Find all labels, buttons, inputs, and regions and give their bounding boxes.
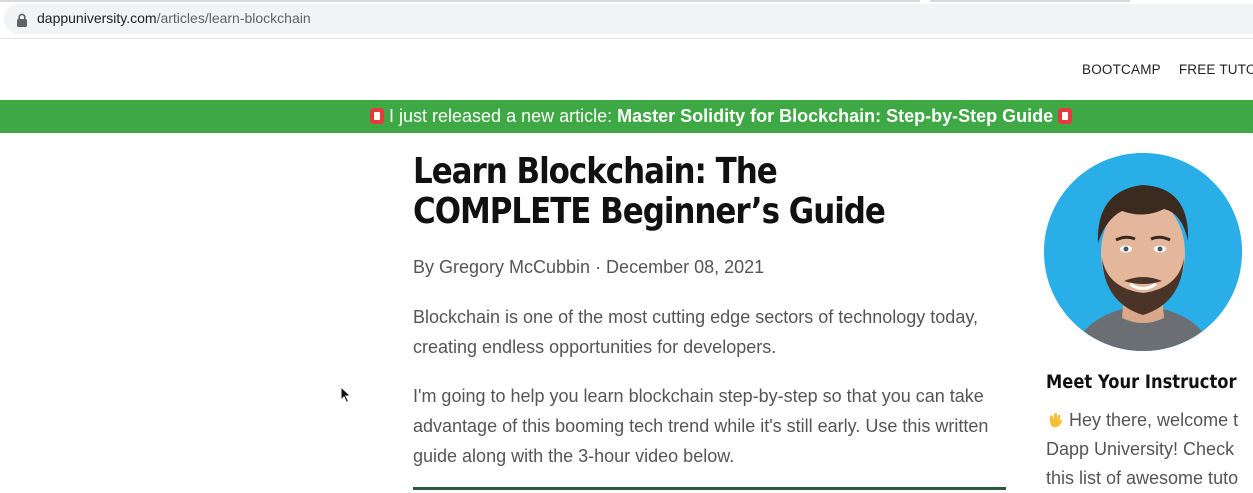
gift-icon — [1058, 108, 1073, 124]
sidebar-intro-text: Hey there, welcome t Dapp University! Ch… — [1046, 406, 1253, 493]
nav-link-free-tutorials[interactable]: FREE TUTORI — [1179, 62, 1253, 77]
gift-icon — [370, 108, 384, 124]
browser-address-bar: dappuniversity.com/articles/learn-blockc… — [0, 0, 1253, 39]
top-navigation: BOOTCAMP FREE TUTORI — [1082, 62, 1253, 77]
sidebar-line: Dapp University! Check — [1046, 439, 1235, 459]
article-byline: By Gregory McCubbin · December 08, 2021 — [413, 257, 765, 277]
sidebar-line: this list of awesome tuto — [1046, 468, 1239, 488]
mouse-cursor-icon — [340, 386, 352, 404]
tab-strip-edge — [930, 0, 1130, 2]
nav-link-bootcamp[interactable]: BOOTCAMP — [1082, 62, 1161, 77]
announcement-banner: I just released a new article: Master So… — [0, 100, 1253, 133]
banner-content: I just released a new article: Master So… — [370, 100, 1073, 133]
sidebar-heading: Meet Your Instructor — [1046, 371, 1237, 393]
article-title: Learn Blockchain: The COMPLETE Beginner’… — [413, 151, 886, 232]
article-paragraph: Blockchain is one of the most cutting ed… — [413, 307, 978, 357]
waving-hand-icon — [1049, 413, 1062, 428]
banner-article-link[interactable]: Master Solidity for Blockchain: Step-by-… — [617, 106, 1053, 126]
url-host: dappuniversity.com — [37, 10, 157, 26]
tab-strip-edge — [0, 0, 920, 2]
url-text[interactable]: dappuniversity.com/articles/learn-blockc… — [37, 10, 311, 26]
lock-icon[interactable] — [16, 13, 28, 27]
article-paragraph: I'm going to help you learn blockchain s… — [413, 386, 989, 466]
banner-prefix: I just released a new article: — [384, 106, 618, 126]
sidebar-line: Hey there, welcome t — [1046, 406, 1253, 435]
url-path: /articles/learn-blockchain — [156, 10, 311, 26]
instructor-photo — [1044, 153, 1242, 351]
instructor-avatar[interactable] — [1044, 153, 1242, 351]
